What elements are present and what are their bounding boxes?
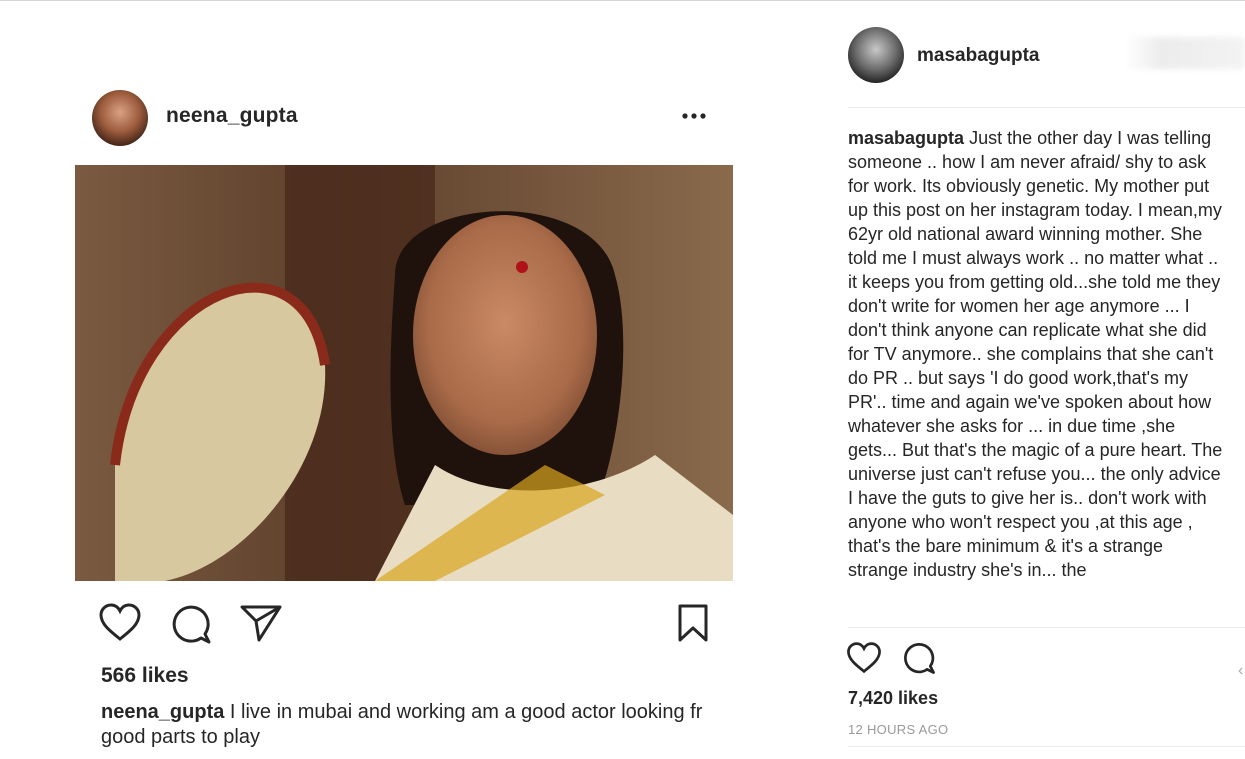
heart-icon xyxy=(99,603,141,641)
caption-username[interactable]: masabagupta xyxy=(848,128,964,148)
cropped-edge-element: ‹ xyxy=(1238,662,1244,679)
post-caption: masabagupta Just the other day I was tel… xyxy=(848,126,1226,627)
post-timestamp[interactable]: 12 HOURS AGO xyxy=(848,722,948,737)
like-count[interactable]: 566 likes xyxy=(101,664,189,688)
share-button[interactable] xyxy=(239,603,283,643)
comment-button[interactable] xyxy=(902,641,936,675)
post-username[interactable]: masabagupta xyxy=(917,45,1039,67)
comment-icon xyxy=(903,642,935,674)
post-caption: neena_gupta I live in mubai and working … xyxy=(101,700,721,750)
like-button[interactable] xyxy=(98,602,142,642)
more-icon xyxy=(682,113,706,119)
more-options-button[interactable] xyxy=(680,104,710,128)
blurred-header-control xyxy=(1125,37,1245,69)
post-photo[interactable] xyxy=(75,165,733,581)
top-border xyxy=(0,0,1245,1)
comment-button[interactable] xyxy=(170,603,212,645)
divider xyxy=(848,746,1245,747)
like-count[interactable]: 7,420 likes xyxy=(848,688,938,709)
caption-text: Just the other day I was telling someone… xyxy=(848,128,1223,580)
divider xyxy=(848,627,1245,628)
caption-username[interactable]: neena_gupta xyxy=(101,701,224,723)
divider xyxy=(848,107,1245,108)
masaba-avatar[interactable] xyxy=(848,27,904,83)
share-icon xyxy=(240,605,282,642)
post-username[interactable]: neena_gupta xyxy=(166,104,298,128)
comment-icon xyxy=(172,605,211,644)
heart-icon xyxy=(847,642,881,674)
like-button[interactable] xyxy=(846,641,882,674)
save-button[interactable] xyxy=(677,604,709,642)
neena-avatar[interactable] xyxy=(92,90,148,146)
bookmark-icon xyxy=(678,604,708,642)
